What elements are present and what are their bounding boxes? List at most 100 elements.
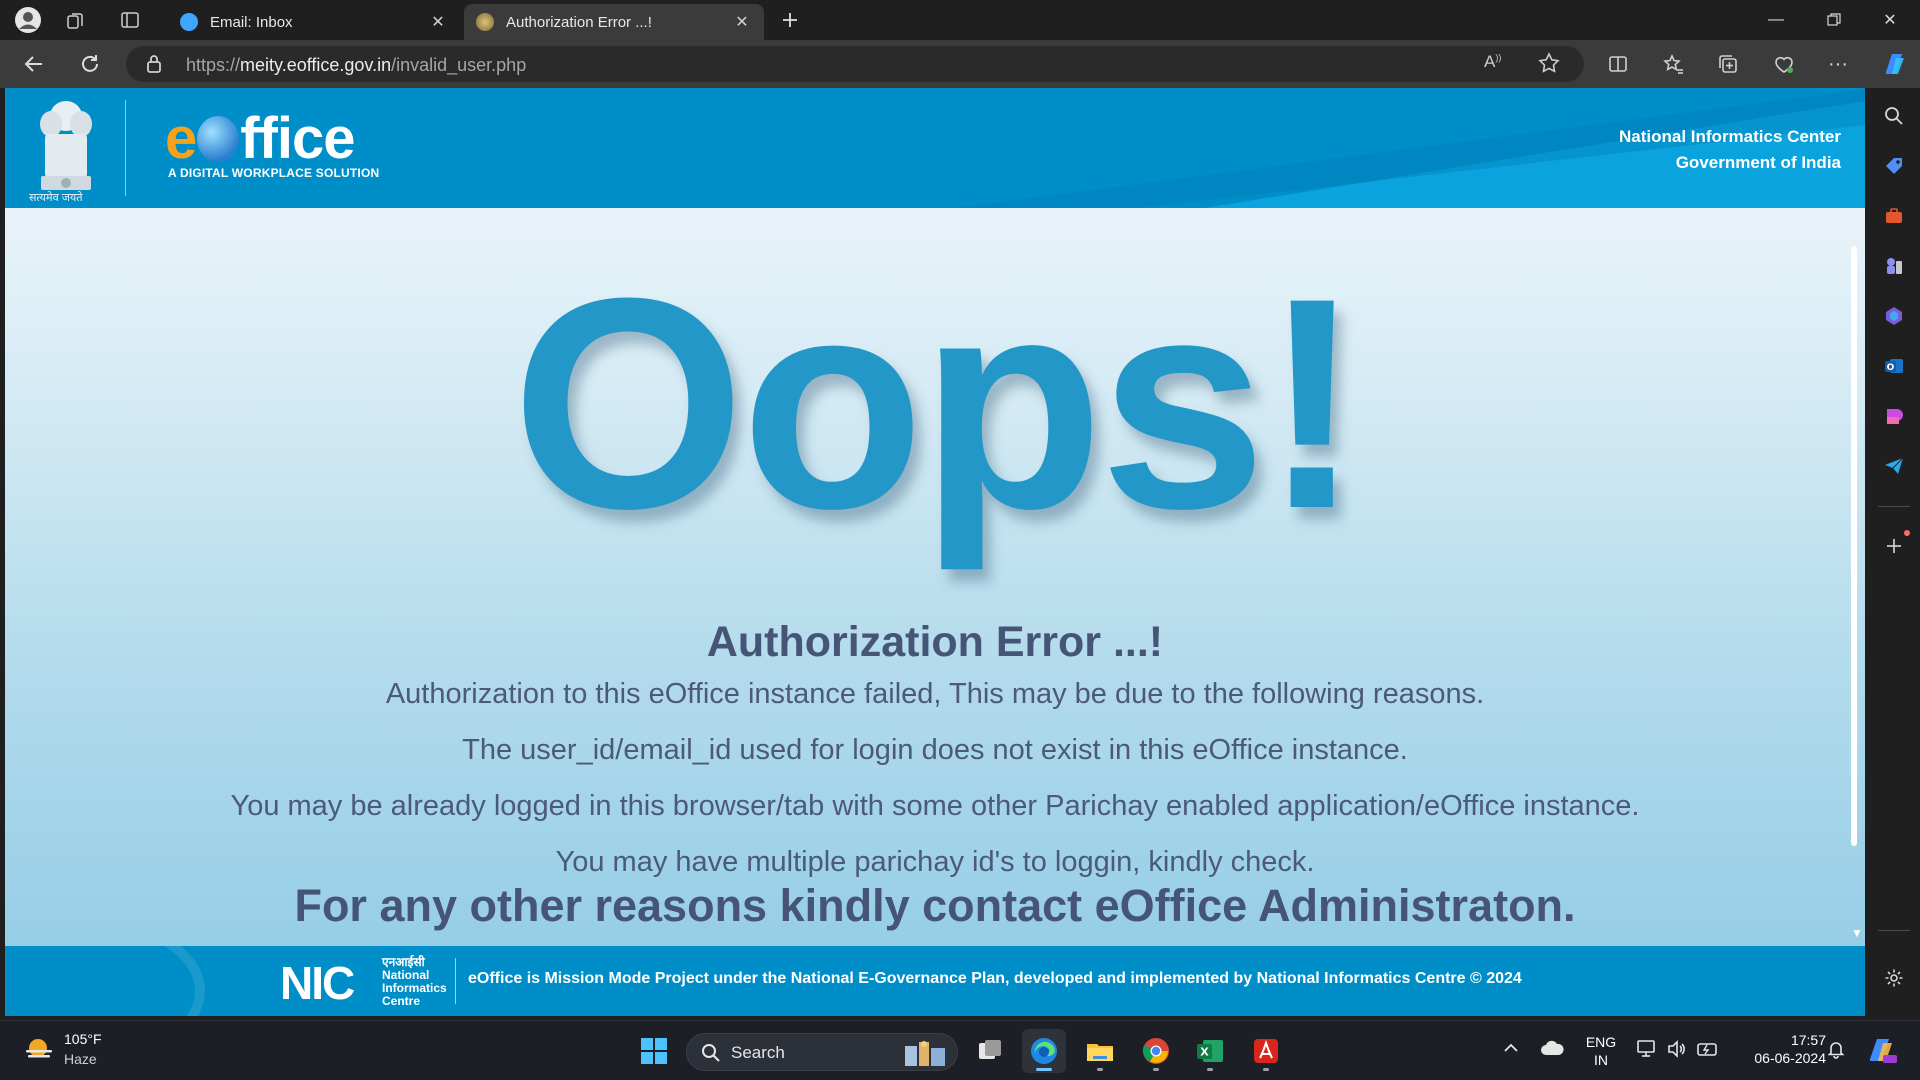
refresh-icon[interactable] <box>72 48 108 80</box>
url-host: meity.eoffice.gov.in <box>240 55 392 75</box>
contact-admin-message: For any other reasons kindly contact eOf… <box>294 880 1576 931</box>
restore-icon[interactable] <box>1806 0 1862 40</box>
battery-charging-icon[interactable] <box>1696 1039 1720 1064</box>
footer-divider <box>455 958 456 1004</box>
more-options-icon[interactable]: ··· <box>1820 48 1856 80</box>
chrome-browser-icon[interactable] <box>1134 1029 1178 1073</box>
clock[interactable]: 17:57 06-06-2024 <box>1736 1031 1826 1067</box>
close-window-icon[interactable]: ✕ <box>1862 0 1918 40</box>
copilot-icon[interactable] <box>1876 48 1912 80</box>
tab-title: Authorization Error ...! <box>506 13 652 31</box>
minimize-icon[interactable]: — <box>1748 0 1804 40</box>
notification-dot <box>1904 530 1910 536</box>
network-icon[interactable] <box>1636 1039 1658 1064</box>
address-bar[interactable]: https://meity.eoffice.gov.in/invalid_use… <box>126 46 1584 82</box>
notification-bell-icon[interactable] <box>1826 1039 1846 1064</box>
error-message: Authorization to this eOffice instance f… <box>385 678 1485 710</box>
logo-tagline: A DIGITAL WORKPLACE SOLUTION <box>168 166 380 180</box>
browser-essentials-icon[interactable] <box>1766 48 1802 80</box>
taskbar-search[interactable]: Search <box>686 1033 958 1071</box>
language-code: ENG <box>1585 1034 1617 1050</box>
tab-email-inbox[interactable]: Email: Inbox ✕ <box>168 4 460 40</box>
browser-toolbar: https://meity.eoffice.gov.in/invalid_use… <box>0 40 1920 88</box>
browser-tab-strip: Email: Inbox ✕ Authorization Error ...! … <box>0 0 1920 40</box>
globe-icon <box>197 116 240 162</box>
edge-sidebar: O <box>1868 88 1920 1016</box>
search-icon <box>701 1043 721 1068</box>
task-view-icon[interactable] <box>968 1029 1012 1073</box>
tab-title: Email: Inbox <box>210 13 293 31</box>
oops-heading: Oops! <box>511 235 1363 571</box>
windows-taskbar: 105°F Haze Search X ENG IN 17:57 06-06-2… <box>0 1020 1920 1080</box>
nic-logo-caption: एनआईसी National Informatics Centre <box>382 956 447 1008</box>
tab-actions-icon[interactable] <box>112 5 148 35</box>
file-explorer-icon[interactable] <box>1078 1029 1122 1073</box>
outlook-icon[interactable]: O <box>1876 348 1912 384</box>
split-screen-icon[interactable] <box>1600 48 1636 80</box>
running-indicator <box>1097 1068 1103 1071</box>
page-scrollbar[interactable] <box>1849 246 1859 936</box>
org-line-1: National Informatics Center <box>1619 127 1841 146</box>
scroll-down-icon[interactable]: ▼ <box>1851 926 1863 940</box>
nic-sub-line: Centre <box>382 994 421 1008</box>
volume-icon[interactable] <box>1666 1039 1686 1064</box>
emblem-favicon-icon <box>476 13 494 31</box>
url-path: /invalid_user.php <box>391 55 527 75</box>
nic-logo: NIC <box>280 957 355 1009</box>
national-emblem-icon <box>40 101 92 190</box>
svg-text:X: X <box>1200 1046 1209 1059</box>
eoffice-footer: NIC एनआईसी National Informatics Centre e… <box>5 946 1865 1016</box>
acrobat-reader-icon[interactable] <box>1244 1029 1288 1073</box>
error-title: Authorization Error ...! <box>706 618 1164 666</box>
weather-condition[interactable]: Haze <box>64 1051 97 1067</box>
url-scheme: https:// <box>186 55 241 75</box>
games-icon[interactable] <box>1876 248 1912 284</box>
sidebar-separator <box>1878 930 1910 931</box>
weather-temperature[interactable]: 105°F <box>64 1031 102 1047</box>
eoffice-logo[interactable]: e ffice <box>165 110 356 168</box>
show-hidden-icons-chevron-up-icon[interactable] <box>1502 1039 1520 1062</box>
clock-date: 06-06-2024 <box>1754 1050 1826 1066</box>
excel-icon[interactable]: X <box>1188 1029 1232 1073</box>
onedrive-cloud-icon[interactable] <box>1540 1039 1564 1062</box>
running-indicator <box>1207 1068 1213 1071</box>
org-line-2: Government of India <box>1675 153 1841 172</box>
scrollbar-thumb[interactable] <box>1851 246 1857 846</box>
close-tab-icon[interactable]: ✕ <box>428 12 448 32</box>
lock-icon[interactable] <box>146 54 162 79</box>
tab-authorization-error[interactable]: Authorization Error ...! ✕ <box>464 4 764 40</box>
microsoft-365-icon[interactable] <box>1876 298 1912 334</box>
start-windows-icon[interactable] <box>632 1029 676 1073</box>
error-message: You may have multiple parichay id's to l… <box>555 846 1315 878</box>
emblem-caption: सत्यमेव जयते <box>29 192 83 204</box>
url-text[interactable]: https://meity.eoffice.gov.in/invalid_use… <box>186 55 526 76</box>
sidebar-settings-gear-icon[interactable] <box>1876 960 1912 996</box>
svg-text:O: O <box>1887 363 1895 373</box>
workspaces-icon[interactable] <box>58 5 94 35</box>
designer-icon[interactable] <box>1876 398 1912 434</box>
copilot-taskbar-icon[interactable] <box>1864 1033 1898 1072</box>
favorite-star-icon[interactable] <box>1538 52 1560 79</box>
running-indicator <box>1036 1068 1052 1071</box>
footer-text: eOffice is Mission Mode Project under th… <box>468 970 1522 987</box>
language-indicator[interactable]: ENG IN <box>1584 1033 1618 1069</box>
collections-icon[interactable] <box>1710 48 1746 80</box>
shopping-tag-icon[interactable] <box>1876 148 1912 184</box>
footer-swirl-decoration <box>5 946 205 1016</box>
add-sidebar-app-icon[interactable] <box>1876 528 1912 564</box>
telegram-send-icon[interactable] <box>1876 448 1912 484</box>
search-label: Search <box>731 1043 785 1062</box>
search-icon[interactable] <box>1876 98 1912 134</box>
profile-icon[interactable] <box>10 5 46 35</box>
new-tab-icon[interactable] <box>772 5 808 35</box>
favorites-icon[interactable] <box>1656 48 1692 80</box>
close-tab-icon[interactable]: ✕ <box>732 12 752 32</box>
weather-haze-icon[interactable] <box>24 1037 54 1063</box>
edge-browser-icon[interactable] <box>1022 1029 1066 1073</box>
read-aloud-icon[interactable]: A)) <box>1484 52 1501 72</box>
header-divider <box>125 100 126 196</box>
region-code: IN <box>1594 1052 1608 1068</box>
back-icon[interactable] <box>16 48 52 80</box>
clock-time: 17:57 <box>1790 1032 1826 1048</box>
tools-briefcase-icon[interactable] <box>1876 198 1912 234</box>
